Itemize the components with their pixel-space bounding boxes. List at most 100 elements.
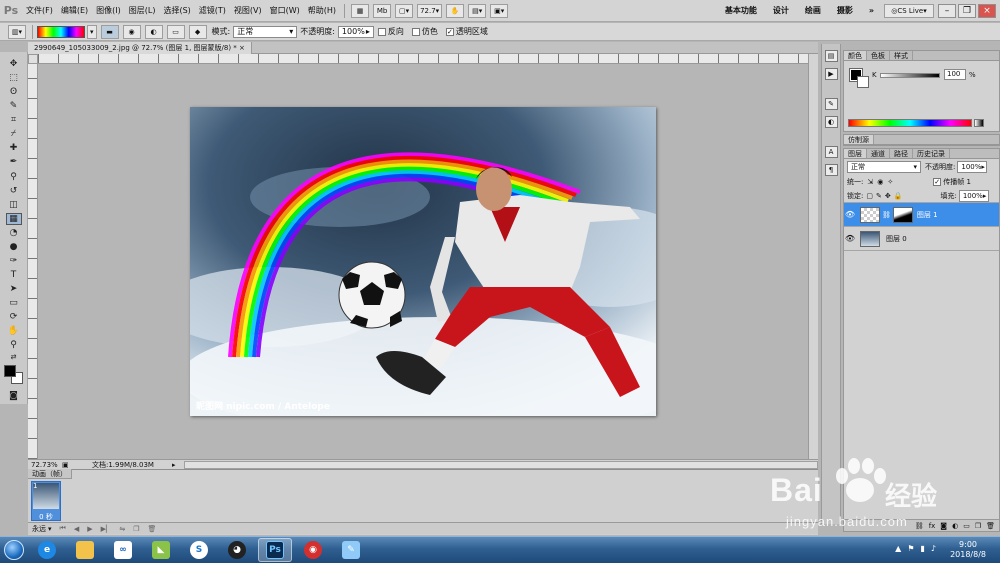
type-tool-icon[interactable]: T <box>6 269 22 281</box>
history-panel-icon[interactable]: ▤ <box>824 50 838 62</box>
tab-swatches[interactable]: 色板 <box>867 51 890 60</box>
tab-clone-source[interactable]: 仿制源 <box>844 135 874 144</box>
dither-checkbox[interactable]: 仿色 <box>411 26 438 37</box>
k-value-input[interactable]: 100 <box>944 69 966 80</box>
layer-name[interactable]: 图层 0 <box>886 234 907 244</box>
linear-gradient-button[interactable]: ▬ <box>100 24 119 39</box>
reflected-gradient-button[interactable]: ▭ <box>166 24 185 39</box>
tab-channels[interactable]: 通道 <box>867 149 890 158</box>
zoom-tool-icon[interactable]: ⚲ <box>6 339 22 351</box>
bridge-button[interactable]: ▦ <box>351 3 370 18</box>
diamond-gradient-button[interactable]: ◆ <box>188 24 207 39</box>
taskbar-ie[interactable]: e <box>30 538 64 562</box>
layer-opacity-input[interactable]: 100% ▸ <box>957 161 988 173</box>
menu-file[interactable]: 文件(F) <box>22 5 57 16</box>
move-tool-icon[interactable]: ✥ <box>6 58 22 70</box>
tab-styles[interactable]: 样式 <box>890 51 913 60</box>
taskbar-clock[interactable]: 9:00 2018/8/8 <box>950 540 986 560</box>
quick-select-tool-icon[interactable]: ✎ <box>6 100 22 112</box>
zoom-level-button[interactable]: 72.7 ▾ <box>417 3 443 18</box>
close-button[interactable]: × <box>978 3 996 18</box>
close-tab-icon[interactable]: × <box>239 44 245 52</box>
unify-position-icon[interactable]: ⇲ <box>867 178 873 186</box>
ramp-white-black[interactable] <box>974 119 984 127</box>
restore-button[interactable]: ❐ <box>958 3 976 18</box>
menu-window[interactable]: 窗口(W) <box>266 5 304 16</box>
pen-tool-icon[interactable]: ✑ <box>6 255 22 267</box>
taskbar-qq[interactable]: ◕ <box>220 538 254 562</box>
layer-row-0[interactable]: 👁 图层 0 <box>844 227 999 251</box>
layer-name[interactable]: 图层 1 <box>917 210 938 220</box>
minimize-button[interactable]: – <box>938 3 956 18</box>
mini-bridge-button[interactable]: Mb <box>373 3 392 18</box>
brush-panel-icon[interactable]: ✎ <box>824 98 838 110</box>
play-icon[interactable]: ▶ <box>87 525 92 533</box>
show-hidden-icons[interactable]: ▲ <box>895 544 901 553</box>
clone-stamp-tool-icon[interactable]: ⚲ <box>6 171 22 183</box>
gradient-tool-icon[interactable]: ▦ <box>5 212 22 225</box>
workspace-essentials[interactable]: 基本功能 <box>717 5 765 16</box>
fill-input[interactable]: 100% ▸ <box>958 189 989 202</box>
tool-preset-picker[interactable]: ▥▾ <box>8 24 26 39</box>
tween-icon[interactable]: ⇋ <box>119 525 125 533</box>
cs-live-button[interactable]: ◎ CS Live ▾ <box>884 3 934 18</box>
blend-mode-select[interactable]: 正常 ▾ <box>847 161 921 173</box>
menu-view[interactable]: 视图(V) <box>230 5 266 16</box>
lock-pixels-icon[interactable]: ✎ <box>876 192 882 200</box>
lock-transparent-icon[interactable]: ▢ <box>866 192 873 200</box>
loop-select[interactable]: 永远 <box>32 524 46 534</box>
unify-style-icon[interactable]: ✧ <box>887 178 893 186</box>
shape-tool-icon[interactable]: ▭ <box>6 297 22 309</box>
chevron-down-icon[interactable]: ▾ <box>48 525 52 533</box>
color-ramp[interactable] <box>848 119 972 127</box>
taskbar-app5[interactable]: S <box>182 538 216 562</box>
foreground-color-swatch[interactable] <box>3 365 24 385</box>
angle-gradient-button[interactable]: ◐ <box>144 24 163 39</box>
document-tab[interactable]: 2990649_105033009_2.jpg @ 72.7% (图层 1, 图… <box>28 41 252 54</box>
taskbar-app8[interactable]: ◉ <box>296 538 330 562</box>
path-select-tool-icon[interactable]: ➤ <box>6 283 22 295</box>
taskbar-app4[interactable]: ◣ <box>144 538 178 562</box>
hand-tool-icon[interactable]: ✋ <box>6 325 22 337</box>
vertical-scrollbar[interactable] <box>808 54 818 459</box>
network-icon[interactable]: ▮ <box>920 544 924 553</box>
screen-mode-button[interactable]: ▣▾ <box>490 3 509 18</box>
swap-colors-icon[interactable]: ⇄ <box>6 353 22 361</box>
eraser-tool-icon[interactable]: ◫ <box>6 199 22 211</box>
history-brush-tool-icon[interactable]: ↺ <box>6 185 22 197</box>
opacity-input[interactable]: 100% ▸ <box>337 25 374 38</box>
taskbar-app9[interactable]: ✎ <box>334 538 368 562</box>
tab-paths[interactable]: 路径 <box>890 149 913 158</box>
eye-icon[interactable]: 👁 <box>844 210 856 219</box>
taskbar-photoshop[interactable]: Ps <box>258 538 292 562</box>
taskbar-app3[interactable]: ∞ <box>106 538 140 562</box>
layer-mask-thumbnail[interactable] <box>892 206 913 223</box>
gradient-preview[interactable] <box>37 25 85 38</box>
frame-delay[interactable]: 0 秒 <box>31 512 61 521</box>
crop-tool-icon[interactable]: ⌗ <box>6 114 22 126</box>
status-zoom[interactable]: 72.73% <box>28 461 62 469</box>
k-slider[interactable] <box>880 73 940 78</box>
workspace-photography[interactable]: 摄影 <box>829 5 861 16</box>
next-frame-icon[interactable]: ▶▏ <box>101 525 112 533</box>
menu-filter[interactable]: 滤镜(T) <box>195 5 230 16</box>
hand-tool-button[interactable]: ✋ <box>446 3 465 18</box>
horizontal-ruler[interactable] <box>38 54 808 64</box>
paragraph-panel-icon[interactable]: ¶ <box>824 164 838 176</box>
volume-icon[interactable]: ♪ <box>931 544 936 553</box>
mode-select[interactable]: 正常 ▾ <box>233 25 298 38</box>
workspace-more[interactable]: » <box>861 6 882 15</box>
ruler-origin[interactable] <box>28 54 38 64</box>
prev-frame-icon[interactable]: ◀ <box>74 525 79 533</box>
workspace-painting[interactable]: 绘画 <box>797 5 829 16</box>
blur-tool-icon[interactable]: ◔ <box>6 227 22 239</box>
eye-icon[interactable]: 👁 <box>844 234 856 243</box>
start-button[interactable] <box>0 537 28 563</box>
bg-color-chip[interactable] <box>857 76 869 88</box>
clone-source-panel-icon[interactable]: ◐ <box>824 116 838 128</box>
delete-frame-icon[interactable]: 🗑 <box>148 525 157 533</box>
radial-gradient-button[interactable]: ◉ <box>122 24 141 39</box>
status-menu-icon[interactable]: ▣ <box>62 461 72 469</box>
first-frame-icon[interactable]: ⏮ <box>60 524 66 533</box>
unify-visibility-icon[interactable]: ◉ <box>877 178 883 186</box>
